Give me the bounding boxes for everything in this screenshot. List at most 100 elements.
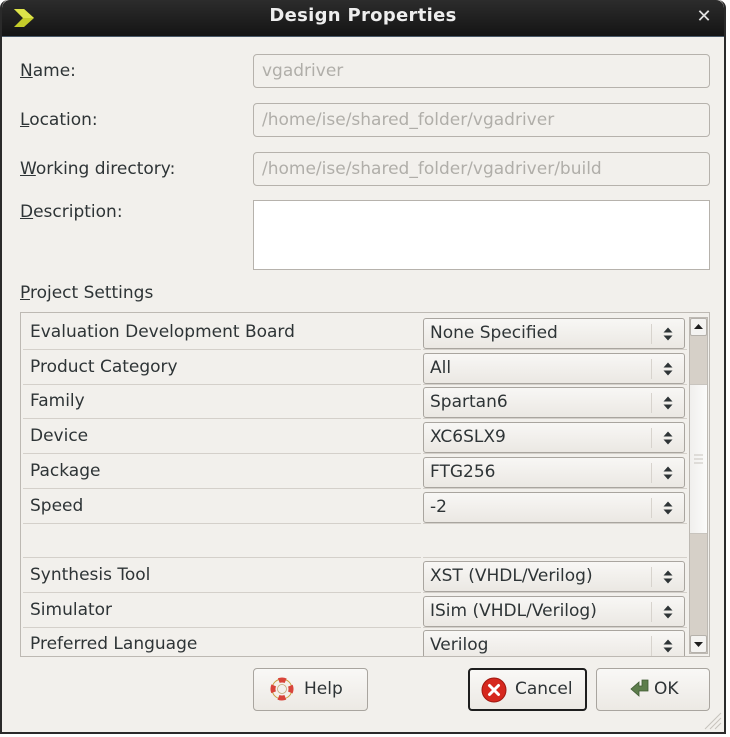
settings-row: Preferred Language Verilog [23, 629, 687, 656]
up-down-arrows-icon [663, 570, 673, 584]
arrow-up-icon [694, 324, 703, 329]
setting-name: Package [23, 456, 421, 489]
project-settings-label: Project Settings [20, 283, 153, 303]
working-directory-label-text: orking directory: [35, 159, 176, 179]
location-field[interactable]: /home/ise/shared_folder/vgadriver [253, 103, 710, 137]
setting-name: Preferred Language [23, 629, 421, 656]
combobox-selected-value: All [430, 357, 452, 378]
description-label-mnemonic: D [20, 202, 34, 222]
help-button[interactable]: Help [253, 668, 368, 711]
combobox-selected-value: -2 [430, 496, 447, 517]
up-down-arrows-icon [663, 466, 673, 480]
setting-name: Speed [23, 491, 421, 524]
up-down-arrows-icon [663, 501, 673, 514]
name-label: Name: [20, 61, 76, 81]
setting-name: Synthesis Tool [23, 560, 421, 593]
project-settings-label-text: roject Settings [29, 283, 154, 303]
setting-value-cell: All [423, 352, 687, 385]
combobox-selected-value: XC6SLX9 [430, 427, 506, 448]
location-label-mnemonic: L [20, 110, 30, 130]
name-label-text: ame: [32, 61, 76, 81]
settings-row [23, 525, 687, 559]
working-directory-label: Working directory: [20, 159, 175, 179]
scroll-up-button[interactable] [690, 318, 707, 336]
settings-row: Speed -2 [23, 491, 687, 524]
up-down-arrows-icon [663, 605, 673, 619]
setting-value-cell [423, 525, 687, 559]
settings-scrollbar[interactable] [689, 317, 708, 654]
combobox-separator [651, 497, 652, 518]
setting-name: Simulator [23, 595, 421, 628]
combobox-separator [651, 324, 652, 344]
cancel-label: Cancel [515, 679, 573, 699]
working-directory-field[interactable]: /home/ise/shared_folder/vgadriver/build [253, 152, 710, 186]
setting-value-combobox[interactable]: None Specified [423, 318, 685, 349]
setting-name: Device [23, 421, 421, 455]
scrollbar-thumb[interactable] [690, 384, 707, 534]
location-label: Location: [20, 110, 98, 130]
setting-value-cell: Spartan6 [423, 386, 687, 420]
combobox-selected-value: None Specified [430, 323, 558, 343]
setting-name: Product Category [23, 352, 421, 385]
settings-row: Product Category All [23, 352, 687, 385]
setting-value-combobox[interactable]: FTG256 [423, 456, 685, 488]
project-settings-label-mnemonic: P [20, 283, 30, 303]
setting-value-cell: ISim (VHDL/Verilog) [423, 595, 687, 628]
setting-value-cell: Verilog [423, 629, 687, 656]
resize-grip-icon[interactable] [700, 708, 722, 730]
up-down-arrows-icon [663, 639, 673, 653]
scroll-down-button[interactable] [690, 635, 707, 653]
title-bar[interactable]: Design Properties ✕ [2, 0, 724, 37]
grip-lines-icon [694, 454, 703, 464]
combobox-separator [651, 358, 652, 379]
description-label: Description: [20, 202, 123, 222]
name-field[interactable]: vgadriver [253, 54, 710, 88]
combobox-selected-value: ISim (VHDL/Verilog) [430, 600, 597, 621]
up-down-arrows-icon [663, 327, 673, 341]
up-down-arrows-icon [663, 396, 673, 410]
setting-name [23, 525, 421, 559]
setting-value-cell: XC6SLX9 [423, 421, 687, 455]
lifebuoy-icon [270, 677, 294, 701]
setting-value-cell: -2 [423, 491, 687, 524]
combobox-separator [651, 393, 652, 414]
ok-return-arrow-icon [630, 679, 649, 697]
combobox-separator [651, 566, 652, 587]
cancel-x-icon [481, 677, 507, 703]
combobox-separator [651, 428, 652, 449]
settings-row: Package FTG256 [23, 456, 687, 489]
combobox-selected-value: FTG256 [430, 461, 496, 482]
design-properties-dialog: Design Properties ✕ Name: vgadriver Loca… [0, 0, 726, 734]
window-title: Design Properties [269, 5, 457, 26]
setting-value-combobox[interactable]: XC6SLX9 [423, 422, 685, 454]
setting-value-combobox[interactable]: ISim (VHDL/Verilog) [423, 595, 685, 627]
setting-value-combobox[interactable]: XST (VHDL/Verilog) [423, 560, 685, 592]
description-textarea[interactable] [253, 200, 710, 270]
ok-button[interactable]: OK [596, 668, 710, 711]
setting-value-combobox[interactable]: -2 [423, 491, 685, 523]
combobox-selected-value: Spartan6 [430, 392, 508, 413]
combobox-separator [651, 601, 652, 622]
setting-name: Evaluation Development Board [23, 317, 421, 350]
arrow-down-icon [694, 642, 703, 647]
combobox-selected-value: Verilog [430, 635, 489, 656]
close-icon[interactable]: ✕ [694, 6, 714, 28]
settings-row: Synthesis Tool XST (VHDL/Verilog) [23, 560, 687, 593]
working-directory-label-mnemonic: W [20, 159, 36, 179]
setting-value-combobox[interactable]: Spartan6 [423, 387, 685, 419]
setting-value-combobox[interactable]: Verilog [423, 630, 685, 656]
setting-value-cell: None Specified [423, 317, 687, 350]
help-label: Help [304, 679, 343, 699]
setting-value-combobox[interactable]: All [423, 352, 685, 384]
setting-name: Family [23, 386, 421, 420]
setting-value-cell: FTG256 [423, 456, 687, 489]
ok-label: OK [654, 679, 679, 699]
settings-row: Device XC6SLX9 [23, 421, 687, 455]
settings-row: Family Spartan6 [23, 386, 687, 420]
name-label-mnemonic: N [20, 61, 33, 81]
combobox-selected-value: XST (VHDL/Verilog) [430, 565, 593, 586]
up-down-arrows-icon [663, 362, 673, 376]
cancel-button[interactable]: Cancel [468, 668, 587, 711]
project-settings-table: Evaluation Development Board None Specifi… [20, 312, 710, 657]
setting-value-cell: XST (VHDL/Verilog) [423, 560, 687, 593]
